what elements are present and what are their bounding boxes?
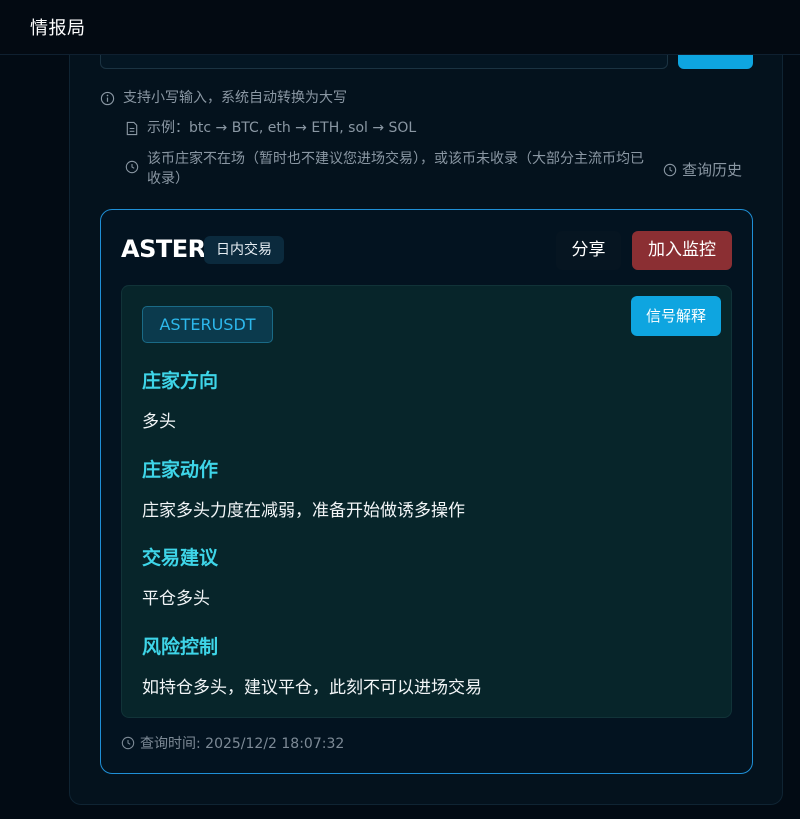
section-body-action: 庄家多头力度在减弱，准备开始做诱多操作 [142,501,465,521]
query-time: 查询时间: 2025/12/2 18:07:32 [121,733,344,753]
coin-name: ASTER [121,235,206,263]
hint-lowercase: 支持小写输入，系统自动转换为大写 [100,88,347,108]
clock-icon [121,736,135,750]
share-button[interactable]: 分享 [556,231,621,270]
section-title-advice: 交易建议 [142,547,219,569]
section-title-risk: 风险控制 [142,636,219,658]
query-time-text: 查询时间: 2025/12/2 18:07:32 [140,736,345,752]
clock-icon [125,160,139,174]
hint-example-text: 示例：btc → BTC, eth → ETH, sol → SOL [147,120,417,136]
query-history-label: 查询历史 [682,161,743,179]
app-title: 情报局 [30,18,86,39]
clock-icon [663,163,677,176]
section-body-direction: 多头 [142,412,176,432]
query-history-link[interactable]: 查询历史 [663,159,742,180]
add-monitor-button[interactable]: 加入监控 [632,231,732,270]
symbol-tag: ASTERUSDT [142,306,273,343]
section-body-advice: 平仓多头 [142,589,210,609]
info-icon [100,91,115,106]
signal-explain-button[interactable]: 信号解释 [631,296,721,336]
trade-type-badge: 日内交易 [204,236,284,264]
document-icon [126,121,138,136]
section-title-action: 庄家动作 [142,459,219,481]
hint-warning-text: 该币庄家不在场（暂时也不建议您进场交易），或该币未收录（大部分主流币均已收录） [147,151,644,187]
hint-lowercase-text: 支持小写输入，系统自动转换为大写 [123,90,347,106]
section-body-risk: 如持仓多头，建议平仓，此刻不可以进场交易 [142,678,482,698]
section-title-direction: 庄家方向 [142,370,219,392]
top-bar: 情报局 [0,0,800,55]
hint-example: 示例：btc → BTC, eth → ETH, sol → SOL [125,118,416,138]
hint-warning: 该币庄家不在场（暂时也不建议您进场交易），或该币未收录（大部分主流币均已收录） [125,149,655,189]
